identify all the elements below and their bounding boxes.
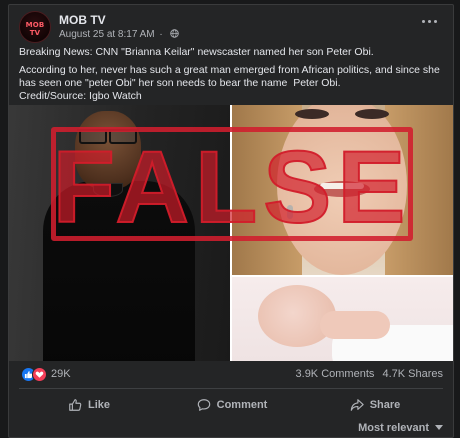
post-timestamp[interactable]: August 25 at 8:17 AM xyxy=(59,29,155,40)
post-text: Breaking News: CNN "Brianna Keilar" news… xyxy=(19,46,443,108)
post-meta: August 25 at 8:17 AM · xyxy=(59,29,179,40)
love-reaction-icon xyxy=(32,367,47,382)
post-text-credit: Credit/Source: Igbo Watch xyxy=(19,90,142,102)
page-avatar[interactable]: MOB TV xyxy=(19,11,51,43)
reactions-count: 29K xyxy=(51,368,71,380)
post-header: MOB TV MOB TV August 25 at 8:17 AM · xyxy=(19,11,443,47)
page-name-link[interactable]: MOB TV xyxy=(59,13,106,27)
comment-button-label: Comment xyxy=(216,399,268,411)
globe-icon xyxy=(169,29,179,38)
avatar-logo-text: MOB TV xyxy=(25,21,45,37)
thumbs-up-icon xyxy=(69,399,82,411)
meta-separator: · xyxy=(159,29,163,40)
post-text-body: According to her, never has such a great… xyxy=(19,64,443,89)
comments-count-link[interactable]: 3.9K Comments xyxy=(296,368,375,380)
caret-down-icon xyxy=(435,425,443,430)
more-options-icon[interactable] xyxy=(421,15,439,29)
post-image[interactable]: FALSE xyxy=(9,105,453,361)
engagement-stats: 3.9K Comments 4.7K Shares xyxy=(296,368,443,380)
comment-sort-dropdown[interactable]: Most relevant xyxy=(358,422,443,434)
image-panel-woman xyxy=(232,105,453,275)
like-button[interactable]: Like xyxy=(19,394,159,416)
post-card: MOB TV MOB TV August 25 at 8:17 AM · Bre… xyxy=(8,4,454,438)
shares-count-link[interactable]: 4.7K Shares xyxy=(382,368,443,380)
image-panel-man xyxy=(9,105,230,361)
post-text-headline: Breaking News: CNN "Brianna Keilar" news… xyxy=(19,46,374,58)
comment-bubble-icon xyxy=(197,399,210,411)
image-panel-baby xyxy=(232,277,453,361)
like-button-label: Like xyxy=(87,399,110,411)
share-button-label: Share xyxy=(369,399,401,411)
share-button[interactable]: Share xyxy=(305,394,445,416)
comment-button[interactable]: Comment xyxy=(162,394,302,416)
action-bar: Like Comment Share xyxy=(19,388,443,418)
share-arrow-icon xyxy=(350,399,364,411)
comment-sort-label: Most relevant xyxy=(358,422,429,434)
